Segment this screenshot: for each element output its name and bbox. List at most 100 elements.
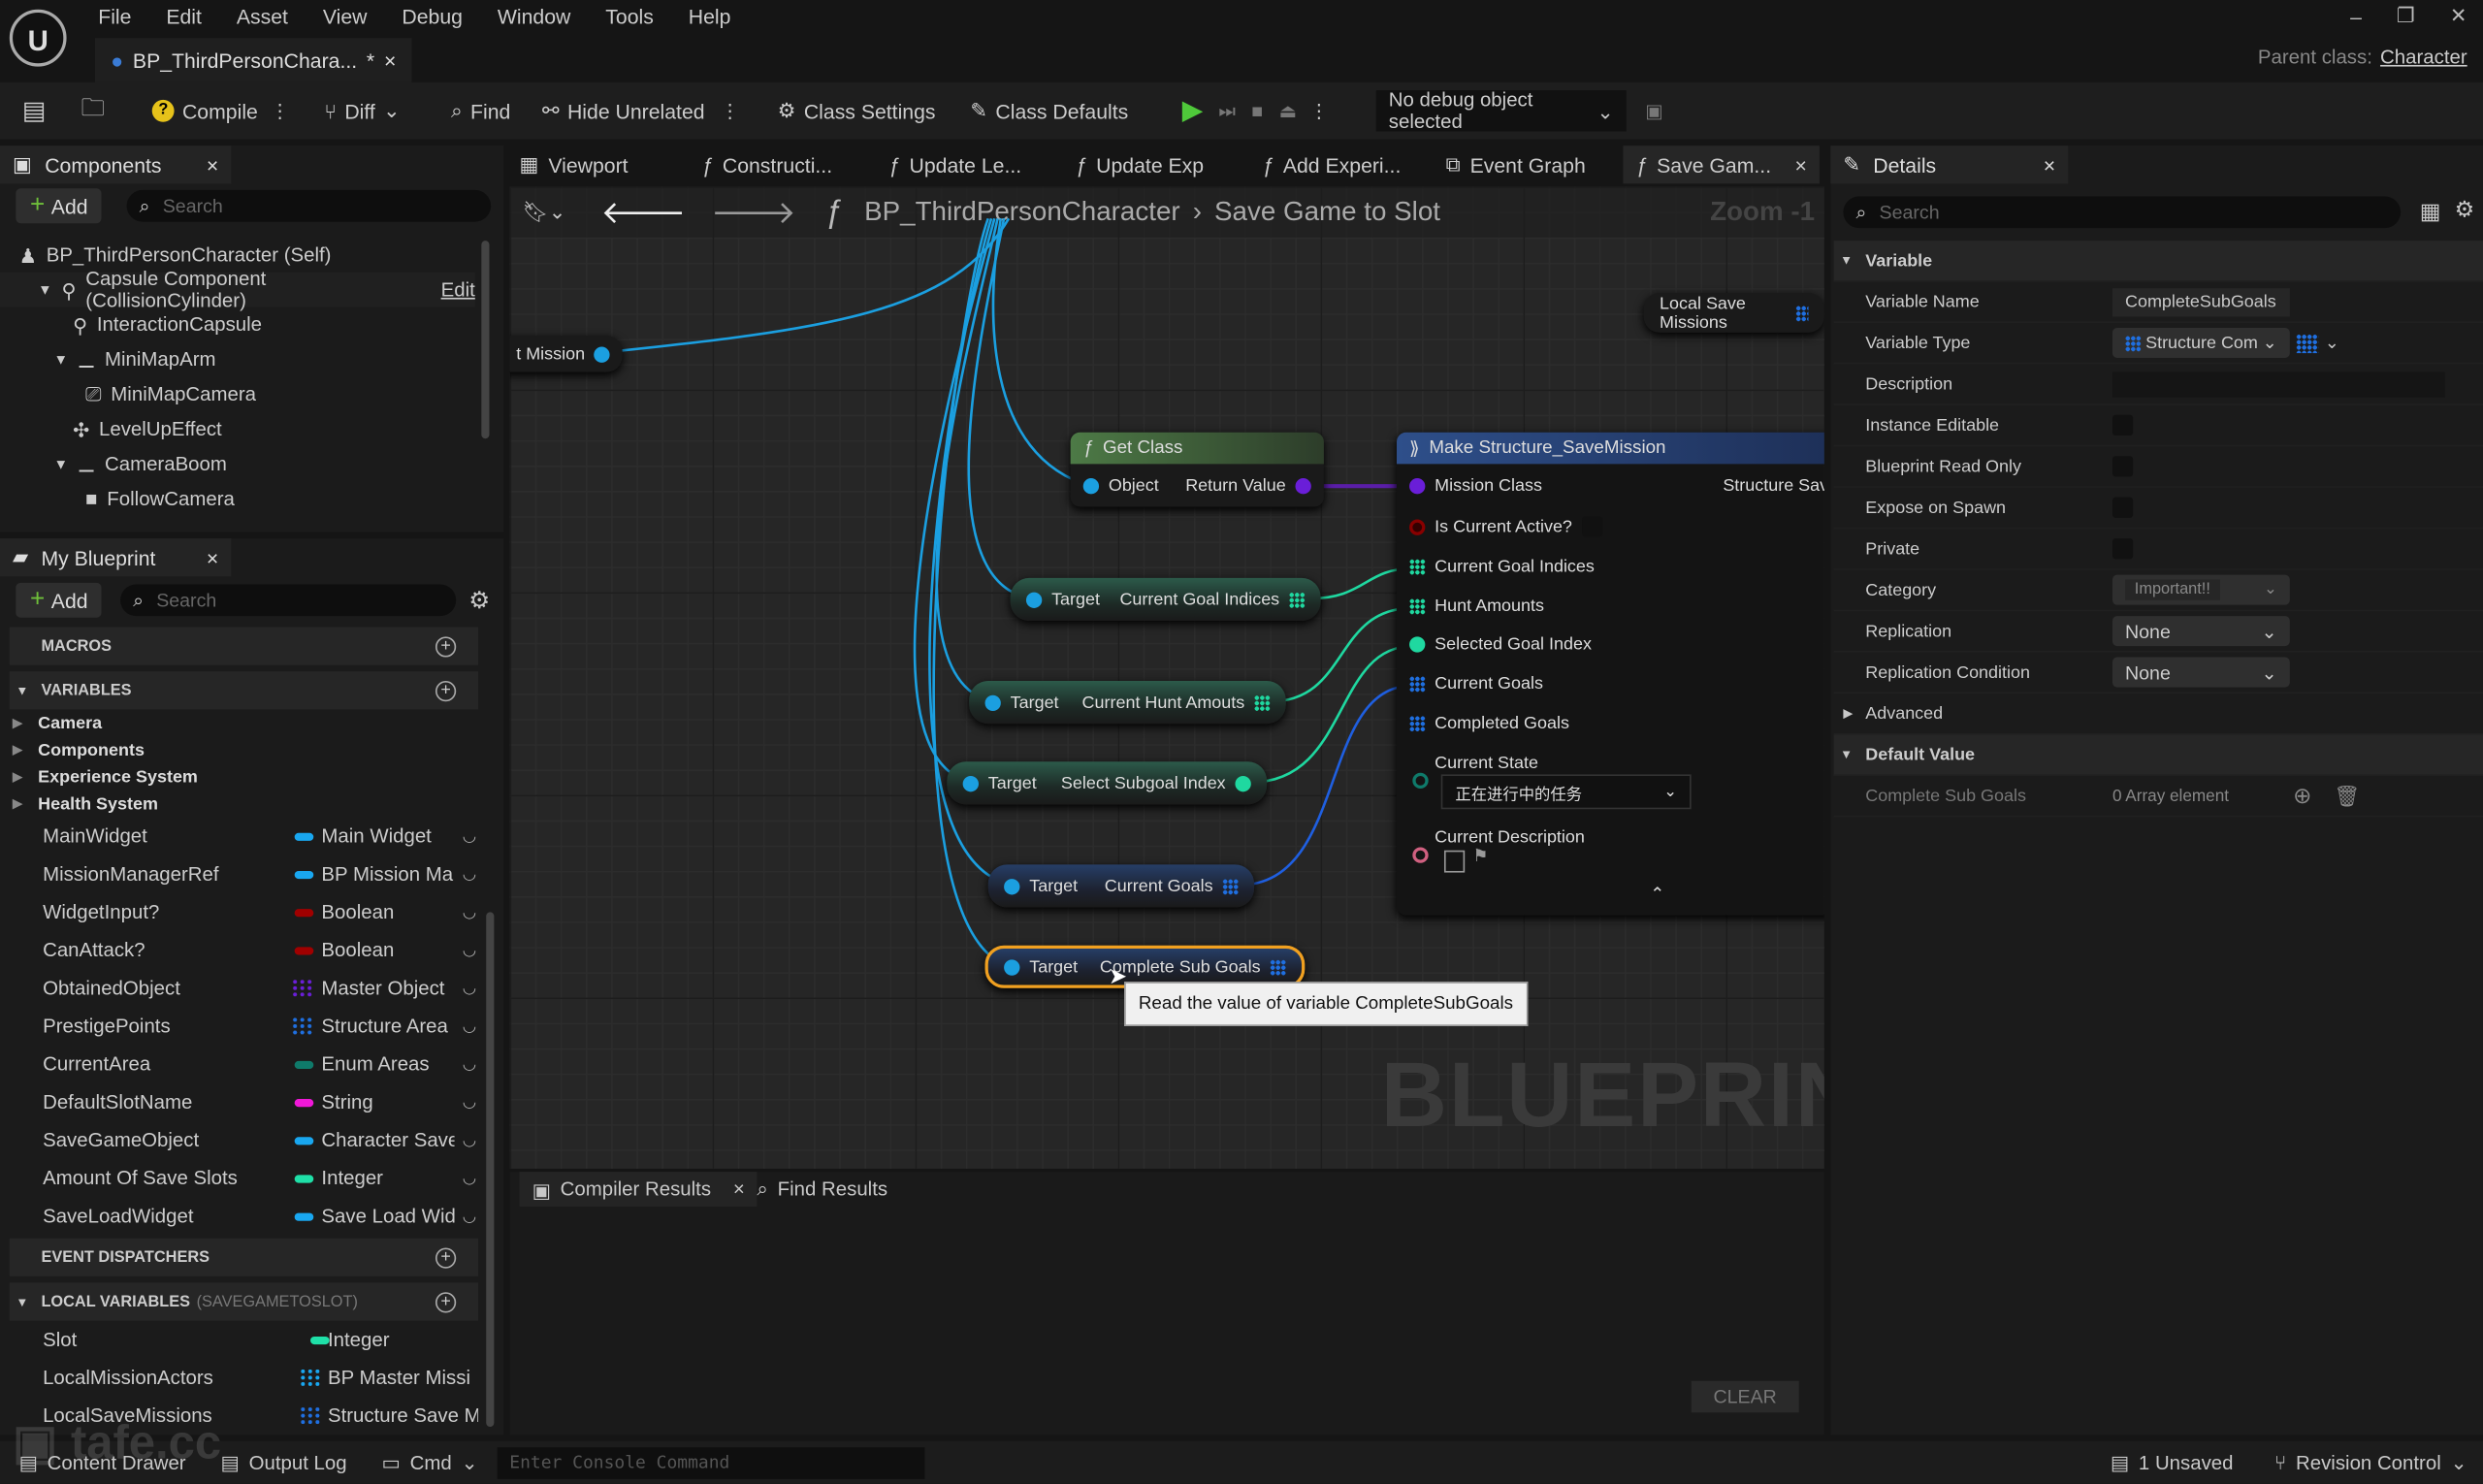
close-icon[interactable]: × xyxy=(207,545,218,568)
tab-update-exp[interactable]: ƒ Update Exp xyxy=(1076,145,1263,183)
add-variable-icon[interactable]: + xyxy=(435,680,457,701)
visibility-eye-icon[interactable]: ◡ xyxy=(463,827,476,845)
add-dispatcher-icon[interactable]: + xyxy=(435,1246,457,1268)
revision-control-button[interactable]: ⑂ Revision Control ⌄ xyxy=(2274,1451,2467,1474)
tree-item[interactable]: ▼ ⚊ CameraBoom xyxy=(0,446,475,481)
is-current-active-checkbox[interactable] xyxy=(1581,516,1602,537)
variable-item[interactable]: MissionManagerRef BP Mission Ma ◡ xyxy=(10,855,478,893)
unsaved-button[interactable]: ▤ 1 Unsaved xyxy=(2111,1451,2234,1474)
visibility-eye-icon[interactable]: ◡ xyxy=(463,903,476,920)
details-tab[interactable]: ✎ Details × xyxy=(1830,145,2069,184)
menu-edit[interactable]: Edit xyxy=(166,5,202,28)
array-pin-icon[interactable] xyxy=(1409,676,1426,693)
variable-item[interactable]: DefaultSlotName String ◡ xyxy=(10,1083,478,1121)
tab-compiler-results[interactable]: ▣ Compiler Results × xyxy=(519,1172,758,1208)
variable-item[interactable]: SaveLoadWidget Save Load Wid ◡ xyxy=(10,1197,478,1235)
target-pin-icon[interactable] xyxy=(962,775,979,791)
variable-item[interactable]: CurrentArea Enum Areas ◡ xyxy=(10,1046,478,1083)
variable-item[interactable]: MainWidget Main Widget ◡ xyxy=(10,817,478,855)
visibility-eye-icon[interactable]: ◡ xyxy=(463,1170,476,1187)
variable-item[interactable]: CanAttack? Boolean ◡ xyxy=(10,931,478,969)
replication-select[interactable]: None ⌄ xyxy=(2112,616,2290,647)
more-options-icon[interactable]: ⋮ xyxy=(721,100,740,122)
description-input[interactable] xyxy=(2112,371,2445,397)
tree-item[interactable]: ⚲ InteractionCapsule xyxy=(0,307,475,342)
components-scrollbar[interactable] xyxy=(481,241,490,439)
current-state-dropdown[interactable]: 正在进行中的任务 ⌄ xyxy=(1440,774,1692,810)
find-button[interactable]: ⌕ Find xyxy=(451,98,510,123)
menu-help[interactable]: Help xyxy=(689,5,731,28)
array-pin-icon[interactable] xyxy=(1409,598,1426,615)
variable-category[interactable]: ▶ Components xyxy=(10,736,478,763)
instance-editable-checkbox[interactable] xyxy=(2112,414,2134,436)
add-member-button[interactable]: + Add xyxy=(16,582,103,618)
add-macro-icon[interactable]: + xyxy=(435,635,457,657)
menu-file[interactable]: File xyxy=(98,5,131,28)
menu-view[interactable]: View xyxy=(323,5,368,28)
expand-icon[interactable]: ▼ xyxy=(38,282,52,298)
menu-window[interactable]: Window xyxy=(498,5,571,28)
target-pin-icon[interactable] xyxy=(1004,958,1020,975)
array-pin-icon[interactable] xyxy=(1288,591,1306,608)
default-value-section-header[interactable]: ▼ Default Value xyxy=(1833,734,2483,776)
close-tab-icon[interactable]: × xyxy=(384,48,396,72)
menu-asset[interactable]: Asset xyxy=(237,5,288,28)
tab-viewport[interactable]: ▦ Viewport xyxy=(520,145,702,183)
object-pin-icon[interactable] xyxy=(1082,477,1100,494)
target-pin-icon[interactable] xyxy=(984,694,1001,711)
class-settings-button[interactable]: ⚙ Class Settings xyxy=(778,98,936,123)
close-icon[interactable]: × xyxy=(733,1178,745,1201)
eject-icon[interactable]: ⏏ xyxy=(1279,100,1298,122)
components-search-input[interactable]: ⌕ Search xyxy=(126,189,492,222)
visibility-eye-icon[interactable]: ◡ xyxy=(463,980,476,997)
restore-icon[interactable]: ❐ xyxy=(2397,3,2415,28)
minimize-icon[interactable]: – xyxy=(2350,4,2362,27)
target-pin-icon[interactable] xyxy=(1004,878,1020,894)
graph-canvas[interactable]: 🔖︎⌄ 🡐 🡒 ƒ BP_ThirdPersonCharacter › Save… xyxy=(509,186,1824,1169)
hide-unrelated-button[interactable]: ⚯ Hide Unrelated xyxy=(542,98,705,123)
stop-icon[interactable]: ■ xyxy=(1251,100,1263,122)
visibility-eye-icon[interactable]: ◡ xyxy=(463,865,476,883)
browse-icon[interactable]: 🗀 xyxy=(81,91,105,131)
expand-icon[interactable]: ▼ xyxy=(54,456,69,471)
debug-filter-icon[interactable]: ▣ xyxy=(1645,100,1663,122)
close-icon[interactable]: ✕ xyxy=(2450,3,2467,28)
category-combo[interactable]: Important!! ⌄ xyxy=(2112,574,2290,605)
integer-pin-icon[interactable] xyxy=(1235,775,1251,791)
get-class-node[interactable]: ƒ Get Class Object Return Value xyxy=(1070,432,1324,507)
variable-type-select[interactable]: Structure Com ⌄ ⌄ xyxy=(2112,327,2339,358)
visibility-eye-icon[interactable]: ◡ xyxy=(463,1017,476,1035)
variables-section[interactable]: ▼ VARIABLES + xyxy=(9,671,479,710)
variable-item[interactable]: PrestigePoints Structure Area ◡ xyxy=(10,1007,478,1045)
tab-update-level[interactable]: ƒ Update Le... xyxy=(888,145,1076,183)
parent-class-link[interactable]: Character xyxy=(2380,46,2467,68)
private-checkbox[interactable] xyxy=(2112,538,2134,560)
tree-item[interactable]: ✣ LevelUpEffect xyxy=(0,411,475,446)
save-icon[interactable]: ▤ xyxy=(22,95,47,127)
boolean-pin-icon[interactable] xyxy=(1409,518,1426,535)
integer-pin-icon[interactable] xyxy=(1409,636,1426,653)
table-view-icon[interactable]: ▦ xyxy=(2420,198,2441,225)
array-pin-icon[interactable] xyxy=(1409,715,1426,732)
local-variables-section[interactable]: ▼ LOCAL VARIABLES (SAVEGAMETOSLOT) + xyxy=(9,1282,479,1321)
class-pin-icon[interactable] xyxy=(1295,477,1311,494)
unreal-logo[interactable]: U xyxy=(9,9,67,67)
variable-category[interactable]: ▶ Camera xyxy=(10,709,478,736)
array-pin-icon[interactable] xyxy=(1409,559,1426,575)
collapse-pins-icon[interactable]: ⌃ xyxy=(1650,884,1664,905)
visibility-eye-icon[interactable]: ◡ xyxy=(463,1132,476,1149)
variable-getter-node[interactable]: Target Select Subgoal Index xyxy=(947,761,1268,805)
clear-button[interactable]: CLEAR xyxy=(1691,1380,1799,1413)
class-defaults-button[interactable]: ✎ Class Defaults xyxy=(970,98,1128,123)
play-options-icon[interactable]: ⋮ xyxy=(1309,100,1329,122)
array-container-icon[interactable] xyxy=(2296,333,2319,353)
variable-getter-node[interactable]: Target Current Goal Indices xyxy=(1010,577,1321,621)
variable-item[interactable]: Amount Of Save Slots Integer ◡ xyxy=(10,1159,478,1197)
cmd-select[interactable]: ▭ Cmd ⌄ xyxy=(382,1451,478,1474)
my-blueprint-tab[interactable]: ▰ My Blueprint × xyxy=(0,538,232,577)
close-icon[interactable]: × xyxy=(2044,153,2055,177)
variable-item[interactable]: LocalMissionActors BP Master Missi xyxy=(10,1359,478,1397)
diff-button[interactable]: ⑂ Diff ⌄ xyxy=(324,98,400,123)
visibility-eye-icon[interactable]: ◡ xyxy=(463,1208,476,1225)
play-icon[interactable]: ▶ xyxy=(1182,95,1203,127)
